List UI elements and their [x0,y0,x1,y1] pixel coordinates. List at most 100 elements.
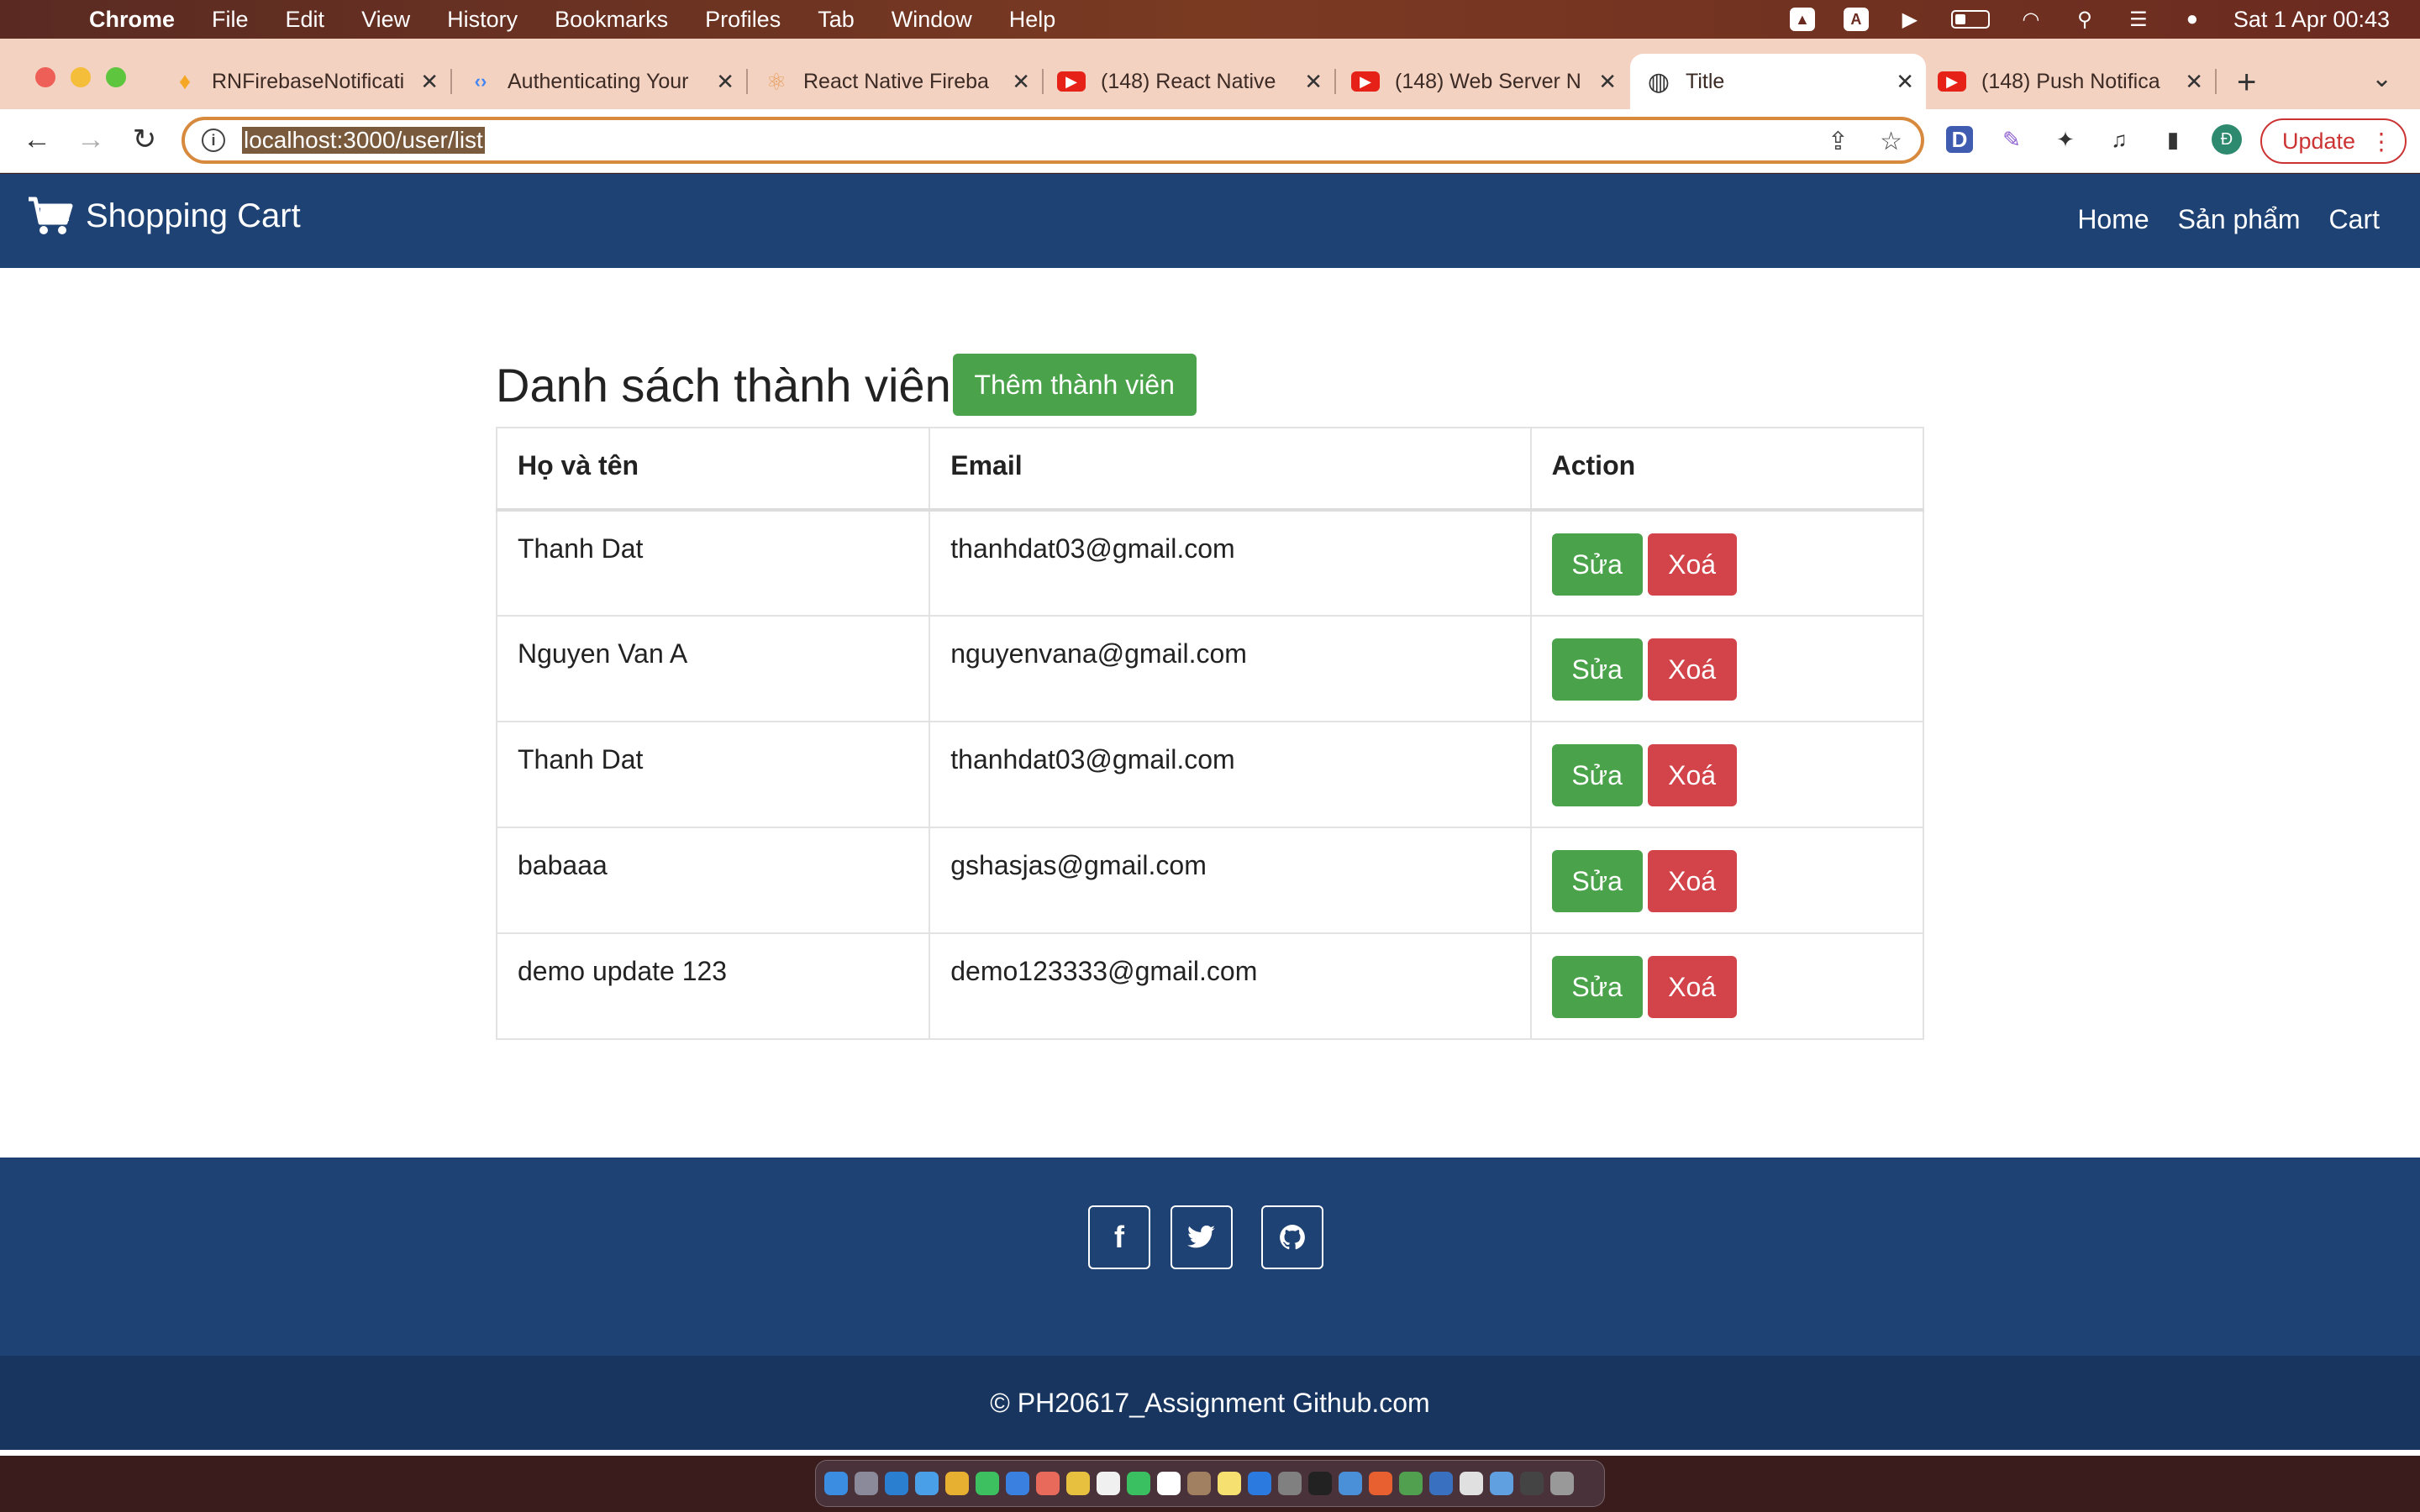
maps-icon[interactable] [1036,1472,1060,1495]
facebook-icon[interactable]: f [1088,1205,1150,1269]
preview-icon[interactable] [1460,1472,1483,1495]
safari-icon[interactable] [915,1472,939,1495]
facetime-icon[interactable] [1127,1472,1150,1495]
nav-products-link[interactable]: Sản phẩm [2178,204,2301,235]
tab-search-chevron-icon[interactable]: ⌄ [2371,64,2392,93]
extensions-puzzle-icon[interactable]: ✦ [2050,124,2081,155]
mail-icon[interactable] [1006,1472,1029,1495]
play-icon[interactable]: ▶ [1897,8,1923,31]
nav-home-link[interactable]: Home [2077,204,2149,235]
menu-window[interactable]: Window [892,7,972,33]
menu-edit[interactable]: Edit [286,7,325,33]
close-tab-icon[interactable]: ✕ [420,69,439,95]
zoom-icon[interactable] [1339,1472,1362,1495]
edit-button[interactable]: Sửa [1551,956,1643,1018]
menu-clock[interactable]: Sat 1 Apr 00:43 [2233,7,2390,33]
close-tab-icon[interactable]: ✕ [1598,69,1617,95]
input-source-icon[interactable]: A [1843,8,1869,31]
site-nav-links: Home Sản phẩm Cart [2077,204,2380,235]
new-tab-plus-icon[interactable]: + [2237,64,2256,102]
site-info-icon[interactable]: i [202,129,225,152]
close-tab-icon[interactable]: ✕ [2185,69,2203,95]
add-member-button[interactable]: Thêm thành viên [952,354,1197,416]
web-page: Shopping Cart Home Sản phẩm Cart Danh sá… [0,174,2420,1456]
reminders-icon[interactable] [1097,1472,1120,1495]
back-arrow-icon[interactable]: ← [18,121,55,158]
menu-profiles[interactable]: Profiles [705,7,781,33]
app-icon[interactable] [1429,1472,1453,1495]
chrome-icon[interactable] [945,1472,969,1495]
delete-button[interactable]: Xoá [1647,956,1737,1018]
messages-icon[interactable] [976,1472,999,1495]
wifi-icon[interactable]: ◠ [2018,8,2044,31]
finder-icon[interactable] [824,1472,848,1495]
menu-view[interactable]: View [361,7,410,33]
member-name: demo update 123 [495,932,931,1040]
pen-extension-icon[interactable]: ✎ [1996,124,2027,155]
close-window-button[interactable] [35,67,55,87]
terminal-icon[interactable] [1308,1472,1332,1495]
address-bar[interactable]: i localhost:3000/user/list ⇪ ☆ [182,117,1924,164]
tab-5-active[interactable]: ◍ Title ✕ [1630,54,1926,109]
photos-icon[interactable] [1066,1472,1090,1495]
close-tab-icon[interactable]: ✕ [1304,69,1323,95]
side-panel-icon[interactable]: ▮ [2158,124,2188,155]
spotlight-search-icon[interactable]: ⚲ [2072,8,2097,31]
close-tab-icon[interactable]: ✕ [1896,69,1914,95]
delete-button[interactable]: Xoá [1647,638,1737,701]
menu-tab[interactable]: Tab [818,7,855,33]
edit-button[interactable]: Sửa [1551,533,1643,596]
delete-button[interactable]: Xoá [1647,533,1737,596]
share-icon[interactable]: ⇪ [1828,127,1849,156]
edit-button[interactable]: Sửa [1551,638,1643,701]
delete-button[interactable]: Xoá [1647,850,1737,912]
tab-1[interactable]: ‹› Authenticating Your ✕ [469,54,748,109]
tab-6[interactable]: ▶ (148) Push Notifica ✕ [1938,54,2217,109]
close-tab-icon[interactable]: ✕ [716,69,734,95]
nav-cart-link[interactable]: Cart [2329,204,2380,235]
profile-avatar[interactable]: Đ [2212,124,2242,155]
minimize-window-button[interactable] [71,67,91,87]
address-url[interactable]: localhost:3000/user/list [242,127,485,154]
delete-button[interactable]: Xoá [1647,744,1737,806]
maximize-window-button[interactable] [106,67,126,87]
battery-icon[interactable] [1950,10,1990,29]
kebab-menu-icon[interactable]: ⋮ [2370,128,2393,155]
tab-3[interactable]: ▶ (148) React Native ✕ [1057,54,1336,109]
media-control-icon[interactable]: ♫ [2104,124,2134,155]
twitter-icon[interactable] [1171,1205,1233,1269]
postman-icon[interactable] [1369,1472,1392,1495]
bookmark-star-icon[interactable]: ☆ [1880,127,1902,156]
calendar-icon[interactable] [1157,1472,1181,1495]
control-center-icon[interactable]: ☰ [2126,8,2151,31]
edit-button[interactable]: Sửa [1551,850,1643,912]
reload-icon[interactable]: ↻ [126,121,163,158]
site-brand[interactable]: Shopping Cart [27,196,301,236]
launchpad-icon[interactable] [855,1472,878,1495]
forward-arrow-icon[interactable]: → [72,121,109,158]
github-icon[interactable] [1261,1205,1323,1269]
menu-history[interactable]: History [447,7,518,33]
menu-bookmarks[interactable]: Bookmarks [555,7,668,33]
screenshot-icon[interactable] [1520,1472,1544,1495]
vscode-icon[interactable] [885,1472,908,1495]
drive-icon[interactable]: ▲ [1789,8,1815,31]
menu-file[interactable]: File [212,7,249,33]
contacts-icon[interactable] [1187,1472,1211,1495]
update-button[interactable]: Update ⋮ [2260,118,2407,164]
close-tab-icon[interactable]: ✕ [1012,69,1030,95]
menu-help[interactable]: Help [1009,7,1056,33]
trash-icon[interactable] [1550,1472,1574,1495]
tab-2[interactable]: ⚛ React Native Fireba ✕ [765,54,1044,109]
word-icon[interactable] [1490,1472,1513,1495]
dashlane-extension-icon[interactable]: D [1946,126,1973,153]
settings-icon[interactable] [1278,1472,1302,1495]
notes-icon[interactable] [1218,1472,1241,1495]
mongodb-icon[interactable] [1399,1472,1423,1495]
siri-icon[interactable]: ● [2180,8,2205,31]
tab-4[interactable]: ▶ (148) Web Server N ✕ [1351,54,1628,109]
menu-app-name[interactable]: Chrome [89,7,175,33]
app-store-icon[interactable] [1248,1472,1271,1495]
tab-0[interactable]: ♦ RNFirebaseNotificati ✕ [173,54,452,109]
edit-button[interactable]: Sửa [1551,744,1643,806]
